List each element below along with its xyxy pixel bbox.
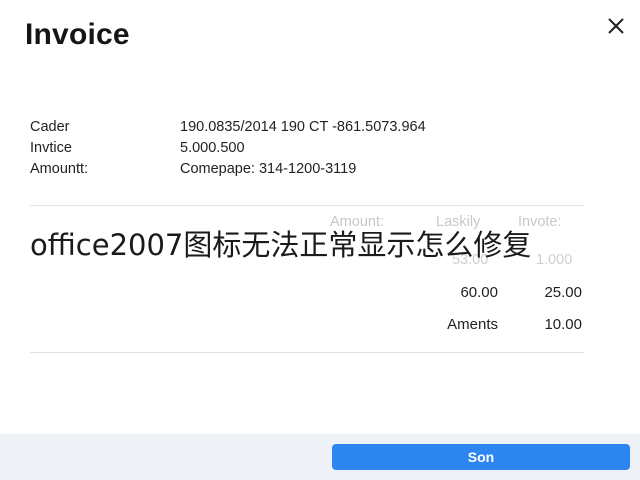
divider [30,352,584,353]
detail-row: Amountt: Comepape: 314-1200-3119 [30,158,590,179]
close-icon[interactable] [604,14,628,38]
detail-row: Invtice 5.000.500 [30,137,590,158]
detail-label: Cader [30,118,70,135]
summary-row: 60.00 25.00 [0,284,640,304]
detail-value: 5.000.500 [180,139,245,156]
detail-label: Amountt: [30,160,89,177]
summary-label: Aments [447,316,498,333]
overlay-caption: office2007图标无法正常显示怎么修复 [30,228,532,262]
invoice-dialog: Invoice Cader 190.0835/2014 190 CT -861.… [0,0,640,480]
divider [30,205,584,206]
primary-button[interactable]: Son [332,444,630,470]
detail-value: 190.0835/2014 190 CT -861.5073.964 [180,118,426,135]
detail-row: Cader 190.0835/2014 190 CT -861.5073.964 [30,116,590,137]
summary-cell: 60.00 [460,284,498,301]
summary-cell: 25.00 [544,284,582,301]
summary-cell: 1.000 [536,252,573,268]
summary-row: Aments 10.00 [0,316,640,336]
detail-label: Invtice [30,139,72,156]
detail-value: Comepape: 314-1200-3119 [180,160,357,177]
dialog-title: Invoice [25,18,130,51]
summary-cell: 10.00 [544,316,582,333]
invoice-details: Cader 190.0835/2014 190 CT -861.5073.964… [30,116,590,179]
